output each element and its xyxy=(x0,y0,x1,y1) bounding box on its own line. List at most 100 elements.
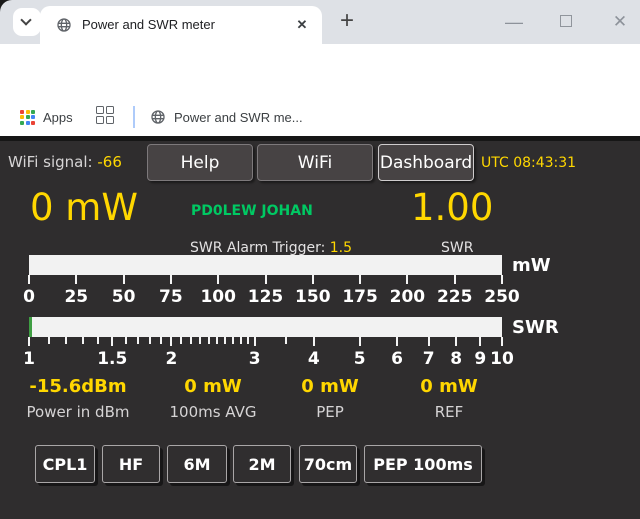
mw-meter: 0255075100125150175200225250 xyxy=(29,255,502,309)
utc-clock: UTC 08:43:31 xyxy=(481,155,576,171)
meter-tick xyxy=(359,275,361,284)
meter-tick xyxy=(125,337,127,344)
swr-meter-bar xyxy=(29,317,502,337)
apps-grid-icon xyxy=(20,110,35,125)
cpl1-button[interactable]: CPL1 xyxy=(35,445,95,483)
apps-label: Apps xyxy=(43,110,73,125)
swr-caption: SWR xyxy=(441,240,473,256)
meter-tick xyxy=(149,337,151,344)
readout-ref: 0 mW REF xyxy=(379,376,519,421)
meter-tick xyxy=(208,337,210,344)
meter-tick xyxy=(285,337,287,344)
browser-tab[interactable]: Power and SWR meter ✕ xyxy=(40,6,322,44)
meter-scale-label: 6 xyxy=(391,349,403,369)
callsign: PD0LEW JOHAN xyxy=(191,203,313,219)
meter-tick xyxy=(406,275,408,284)
meter-tick xyxy=(254,337,256,346)
power-main-value: 0 mW xyxy=(30,187,138,229)
meter-scale-label: 50 xyxy=(112,287,136,307)
meter-tick xyxy=(48,337,50,344)
meter-tick xyxy=(190,337,192,344)
power-meter-page: WiFi signal: -66 Help WiFi Dashboard UTC… xyxy=(0,141,640,519)
meter-scale-label: 9 xyxy=(474,349,486,369)
swr-meter-ticks xyxy=(29,337,502,346)
wifi-signal-value: -66 xyxy=(97,153,122,171)
apps-shortcut[interactable]: Apps xyxy=(20,104,73,130)
meter-tick xyxy=(396,337,398,346)
meter-tick xyxy=(75,275,77,284)
window-maximize-button[interactable] xyxy=(548,0,584,44)
swr-meter-fill xyxy=(29,317,32,337)
browser-toolbar: ← → ⟳ Not secure powermeter.local ★ ⋮ xyxy=(0,44,640,98)
meter-tick xyxy=(123,275,125,284)
meter-tick xyxy=(313,337,315,346)
tab-title: Power and SWR meter xyxy=(82,6,215,44)
swr-meter-scale: 11.52345678910 xyxy=(29,349,502,371)
meter-tick xyxy=(479,337,481,346)
meter-tick xyxy=(359,337,361,346)
bookmark-power-swr[interactable]: Power and SWR me... xyxy=(150,104,303,130)
meter-scale-label: 200 xyxy=(390,287,426,307)
readout-label: REF xyxy=(379,403,519,421)
window-close-button[interactable]: ✕ xyxy=(602,0,638,44)
70cm-button[interactable]: 70cm xyxy=(299,445,357,483)
meter-tick xyxy=(240,337,242,344)
meter-tick xyxy=(111,337,113,346)
meter-scale-label: 175 xyxy=(342,287,378,307)
meter-tick xyxy=(137,337,139,344)
meter-tick xyxy=(180,337,182,344)
meter-tick xyxy=(28,275,30,284)
meter-tick xyxy=(455,337,457,346)
meter-scale-label: 1 xyxy=(23,349,35,369)
hf-button[interactable]: HF xyxy=(102,445,160,483)
mw-meter-scale: 0255075100125150175200225250 xyxy=(29,287,502,309)
meter-tick xyxy=(224,337,226,344)
swr-alarm: SWR Alarm Trigger: 1.5 xyxy=(190,240,352,256)
meter-tick xyxy=(501,337,503,346)
meter-tick xyxy=(454,275,456,284)
meter-scale-label: 5 xyxy=(354,349,366,369)
new-tab-button[interactable]: + xyxy=(332,6,362,36)
tab-close-icon[interactable]: ✕ xyxy=(292,15,312,35)
tab-groups-icon[interactable] xyxy=(96,106,114,124)
6m-button[interactable]: 6M xyxy=(167,445,227,483)
browser-window: Power and SWR meter ✕ + — ✕ ← → ⟳ Not se… xyxy=(0,0,640,519)
meter-scale-label: 100 xyxy=(200,287,236,307)
tab-strip-background: Power and SWR meter ✕ + — ✕ xyxy=(0,0,640,44)
meter-scale-label: 7 xyxy=(423,349,435,369)
readout-value: 0 mW xyxy=(379,376,519,397)
meter-scale-label: 8 xyxy=(450,349,462,369)
meter-tick xyxy=(216,337,218,344)
dashboard-button[interactable]: Dashboard xyxy=(378,144,474,181)
tab-strip: Power and SWR meter ✕ + — ✕ xyxy=(0,0,640,44)
bookmarks-bar: Apps Power and SWR me... xyxy=(0,98,640,136)
help-button[interactable]: Help xyxy=(147,144,253,181)
meter-scale-label: 75 xyxy=(159,287,183,307)
meter-scale-label: 150 xyxy=(295,287,331,307)
meter-scale-label: 125 xyxy=(248,287,284,307)
meter-tick xyxy=(160,337,162,344)
wifi-button[interactable]: WiFi xyxy=(257,144,373,181)
wifi-signal-label: WiFi signal: xyxy=(8,153,93,171)
window-minimize-button[interactable]: — xyxy=(496,0,532,44)
swr-alarm-value: 1.5 xyxy=(330,240,352,256)
meter-scale-label: 1.5 xyxy=(97,349,127,369)
readout-label: Power in dBm xyxy=(8,403,148,421)
tab-search-button[interactable] xyxy=(13,8,41,36)
mw-unit-label: mW xyxy=(512,255,551,276)
meter-tick xyxy=(170,337,172,346)
meter-scale-label: 25 xyxy=(64,287,88,307)
meter-scale-label: 2 xyxy=(165,349,177,369)
bookmarks-separator xyxy=(133,106,135,128)
swr-unit-label: SWR xyxy=(512,317,559,338)
meter-scale-label: 225 xyxy=(437,287,473,307)
globe-icon xyxy=(56,17,72,33)
2m-button[interactable]: 2M xyxy=(233,445,291,483)
readout-dbm: -15.6dBm Power in dBm xyxy=(8,376,148,421)
pep-100ms-button[interactable]: PEP 100ms xyxy=(364,445,482,483)
meter-tick xyxy=(65,337,67,344)
meter-tick xyxy=(82,337,84,344)
chevron-down-icon xyxy=(20,14,31,25)
meter-scale-label: 10 xyxy=(490,349,514,369)
meter-scale-label: 0 xyxy=(23,287,35,307)
